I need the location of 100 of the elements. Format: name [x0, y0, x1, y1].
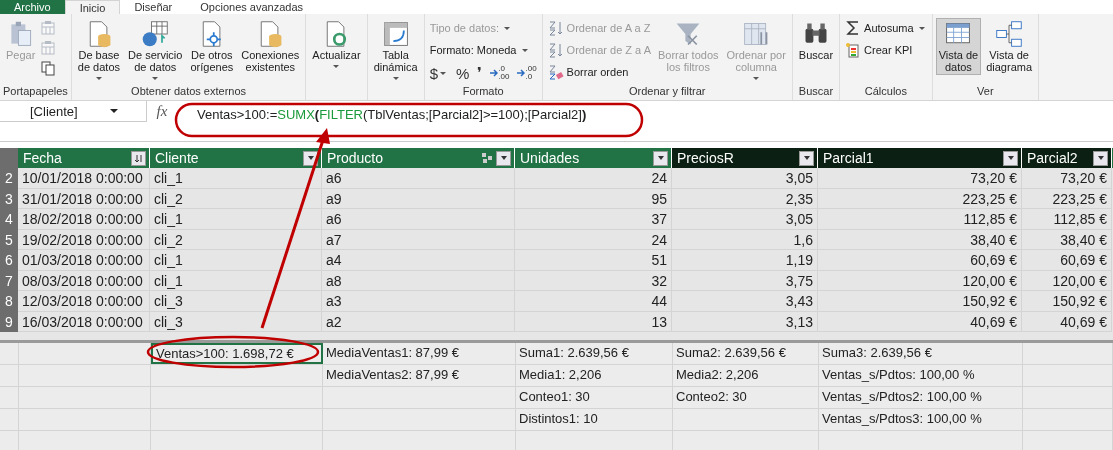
table-cell: 3,43: [672, 291, 818, 312]
table-cell: 1,19: [672, 250, 818, 271]
table-cell: 13: [515, 311, 672, 332]
table-cell: 40,69 €: [818, 311, 1022, 332]
format-button[interactable]: %: [454, 64, 472, 82]
table-cell: 44: [515, 291, 672, 312]
row-number: 5: [0, 229, 18, 250]
ribbon-button[interactable]: Buscar: [795, 18, 837, 63]
table-cell: a4: [322, 250, 515, 271]
table-cell: a6: [322, 168, 515, 189]
measure-cell[interactable]: Suma2: 2.639,56 €: [673, 343, 819, 364]
ribbon-tab[interactable]: Diseñar: [120, 0, 187, 14]
ribbon-tab[interactable]: Archivo: [0, 0, 65, 14]
ribbon-button[interactable]: Vista de datos: [935, 18, 982, 75]
fx-label: fx: [155, 102, 169, 120]
table-cell: 60,69 €: [818, 250, 1022, 271]
measure-cell[interactable]: Ventas_s/Pdtos2: 100,00 %: [819, 387, 1023, 408]
ribbon-button[interactable]: Tabla dinámica: [370, 18, 421, 86]
table-cell: 120,00 €: [1022, 270, 1112, 291]
table-cell: 73,20 €: [818, 168, 1022, 189]
table-cell: 16/03/2018 0:00:00: [18, 311, 150, 332]
table-cell: 40,69 €: [1022, 311, 1112, 332]
column-header[interactable]: Parcial1: [818, 148, 1022, 168]
table-cell: a8: [322, 270, 515, 291]
table-cell: 10/01/2018 0:00:00: [18, 168, 150, 189]
table-cell: a2: [322, 311, 515, 332]
measure-cell[interactable]: MediaVentas1: 87,99 €: [323, 343, 516, 364]
measure-cell[interactable]: Media2: 2,206: [673, 365, 819, 386]
table-cell: 120,00 €: [818, 270, 1022, 291]
table-cell: cli_3: [150, 291, 322, 312]
group-label: Cálculos: [863, 85, 908, 99]
group-label: Buscar: [797, 85, 835, 99]
table-cell: a7: [322, 229, 515, 250]
ribbon-button[interactable]: Conexiones existentes: [238, 18, 303, 75]
group-label: Portapapeles: [3, 85, 68, 99]
table-cell: 18/02/2018 0:00:00: [18, 209, 150, 230]
row-number: 2: [0, 168, 18, 189]
table-cell: 38,40 €: [1022, 229, 1112, 250]
ribbon-tab[interactable]: Inicio: [64, 0, 121, 14]
ribbon-button[interactable]: Borrar orden: [545, 62, 653, 82]
measure-cell[interactable]: Conteo2: 30: [673, 387, 819, 408]
table-cell: 51: [515, 250, 672, 271]
table-cell: a9: [322, 188, 515, 209]
ribbon-button[interactable]: Vista de diagrama: [983, 18, 1036, 75]
table-cell: 112,85 €: [1022, 209, 1112, 230]
column-header[interactable]: PreciosR: [672, 148, 818, 168]
table-cell: 1,6: [672, 229, 818, 250]
row-number: 9: [0, 311, 18, 332]
table-cell: 73,20 €: [1022, 168, 1112, 189]
table-cell: 24: [515, 229, 672, 250]
format-button[interactable]: $: [427, 64, 450, 82]
group-label: Obtener datos externos: [130, 85, 248, 99]
column-header[interactable]: Parcial2: [1022, 148, 1112, 168]
table-cell: cli_2: [150, 188, 322, 209]
table-cell: 223,25 €: [1022, 188, 1112, 209]
measure-cell[interactable]: Media1: 2,206: [516, 365, 673, 386]
group-label: Formato: [461, 85, 505, 99]
ribbon-button[interactable]: Crear KPI: [843, 40, 929, 60]
ribbon-tab[interactable]: Opciones avanzadas: [186, 0, 317, 14]
ribbon-button[interactable]: De base de datos: [74, 18, 124, 85]
format-button[interactable]: .0 .00: [488, 65, 512, 81]
measure-cell[interactable]: Conteo1: 30: [516, 387, 673, 408]
group-label: Ordenar y filtrar: [628, 85, 707, 99]
measure-cell[interactable]: Suma1: 2.639,56 €: [516, 343, 673, 364]
group-label: Ver: [976, 85, 995, 99]
measure-cell[interactable]: Suma3: 2.639,56 €: [819, 343, 1023, 364]
formula-field[interactable]: Ventas>100:=SUMX(FILTER(TblVentas;[Parcial2]>=100);[Parcial2]): [177, 101, 1113, 135]
ribbon-button[interactable]: Autosuma: [843, 18, 929, 38]
ribbon-button[interactable]: De servicio de datos: [125, 18, 186, 85]
measure-cell[interactable]: Ventas>100: 1.698,72 €: [151, 343, 323, 364]
table-cell: cli_1: [150, 209, 322, 230]
table-cell: cli_3: [150, 311, 322, 332]
format-button[interactable]: ❜: [475, 64, 485, 82]
table-cell: a6: [322, 209, 515, 230]
table-cell: 2,35: [672, 188, 818, 209]
name-box[interactable]: [Cliente]: [0, 101, 147, 122]
ribbon-button[interactable]: Formato: Moneda: [427, 40, 539, 60]
table-cell: 01/03/2018 0:00:00: [18, 250, 150, 271]
table-cell: a3: [322, 291, 515, 312]
table-cell: 95: [515, 188, 672, 209]
table-cell: cli_1: [150, 168, 322, 189]
row-number: 6: [0, 250, 18, 271]
table-cell: 60,69 €: [1022, 250, 1112, 271]
table-cell: 223,25 €: [818, 188, 1022, 209]
measure-cell[interactable]: Ventas_s/Pdtos: 100,00 %: [819, 365, 1023, 386]
format-button[interactable]: .00 .0: [515, 65, 539, 81]
measure-cell[interactable]: MediaVentas2: 87,99 €: [323, 365, 516, 386]
table-cell: 38,40 €: [818, 229, 1022, 250]
table-cell: 3,13: [672, 311, 818, 332]
table-cell: 31/01/2018 0:00:00: [18, 188, 150, 209]
row-number: 3: [0, 188, 18, 209]
ribbon-button[interactable]: De otros orígenes: [187, 18, 237, 75]
table-cell: 3,75: [672, 270, 818, 291]
table-cell: 3,05: [672, 168, 818, 189]
row-number: 8: [0, 291, 18, 312]
measure-cell[interactable]: Ventas_s/Pdtos3: 100,00 %: [819, 409, 1023, 430]
table-cell: 150,92 €: [1022, 291, 1112, 312]
measure-cell[interactable]: Distintos1: 10: [516, 409, 673, 430]
ribbon-button[interactable]: Actualizar: [309, 18, 364, 74]
table-cell: cli_1: [150, 250, 322, 271]
